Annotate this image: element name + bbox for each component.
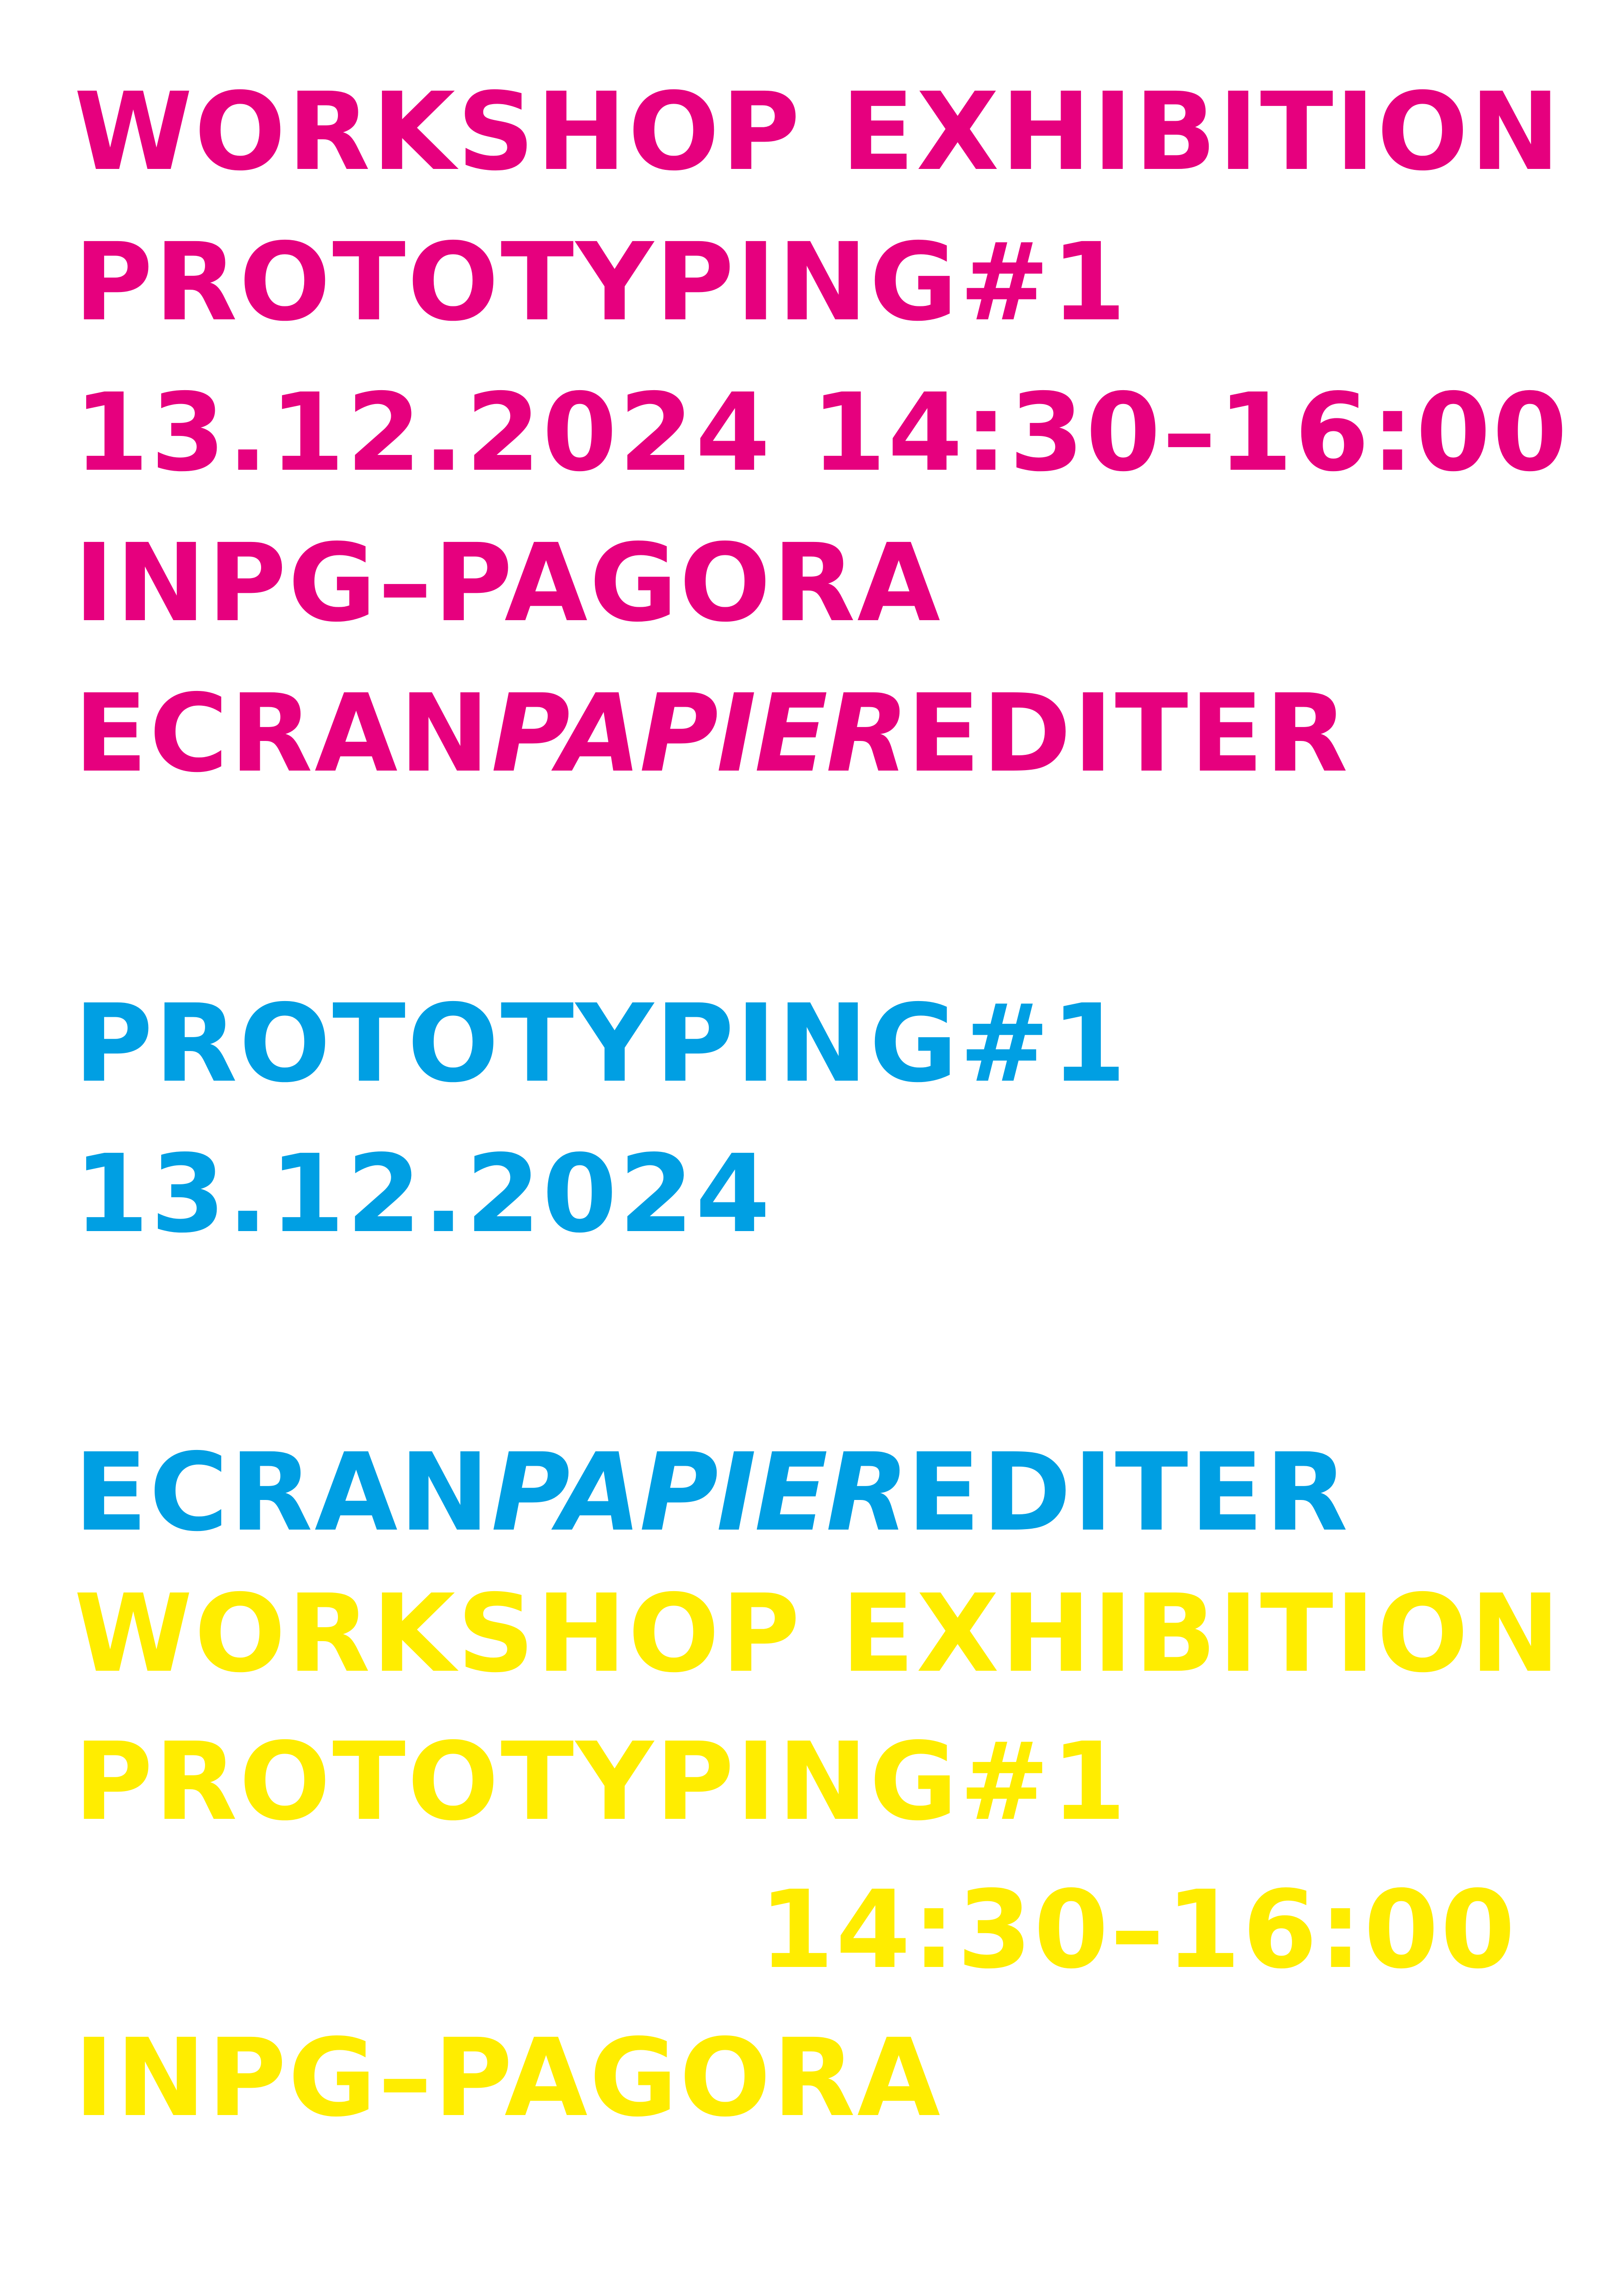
cyan-ecranpapierediter: ECRANPAPIEREDITER <box>74 1425 1350 1560</box>
editer-word: EDITER <box>906 1430 1350 1555</box>
papier-word: PAPIER <box>491 671 909 796</box>
yellow-venue: INPG–PAGORA <box>74 2016 943 2140</box>
yellow-time: 14:30–16:00 <box>759 1867 1517 1992</box>
magenta-title-prototyping: PROTOTYPING#1 <box>74 220 1128 345</box>
cyan-title-prototyping: PROTOTYPING#1 <box>74 981 1128 1106</box>
ecran-word: ECRAN <box>74 671 492 796</box>
poster: WORKSHOP EXHIBITION PROTOTYPING#1 13.12.… <box>0 0 1624 2296</box>
magenta-ecranpapierediter: ECRANPAPIEREDITER <box>74 666 1350 801</box>
magenta-date-time: 13.12.2024 14:30–16:00 <box>74 370 1569 495</box>
yellow-title-workshop-exhibition: WORKSHOP EXHIBITION <box>74 1571 1562 1696</box>
magenta-title-workshop-exhibition: WORKSHOP EXHIBITION <box>74 69 1562 194</box>
papier-word: PAPIER <box>491 1430 909 1555</box>
yellow-title-prototyping: PROTOTYPING#1 <box>74 1719 1128 1844</box>
cyan-date: 13.12.2024 <box>74 1132 772 1257</box>
ecran-word: ECRAN <box>74 1430 492 1555</box>
editer-word: EDITER <box>906 671 1350 796</box>
magenta-venue: INPG–PAGORA <box>74 521 943 646</box>
